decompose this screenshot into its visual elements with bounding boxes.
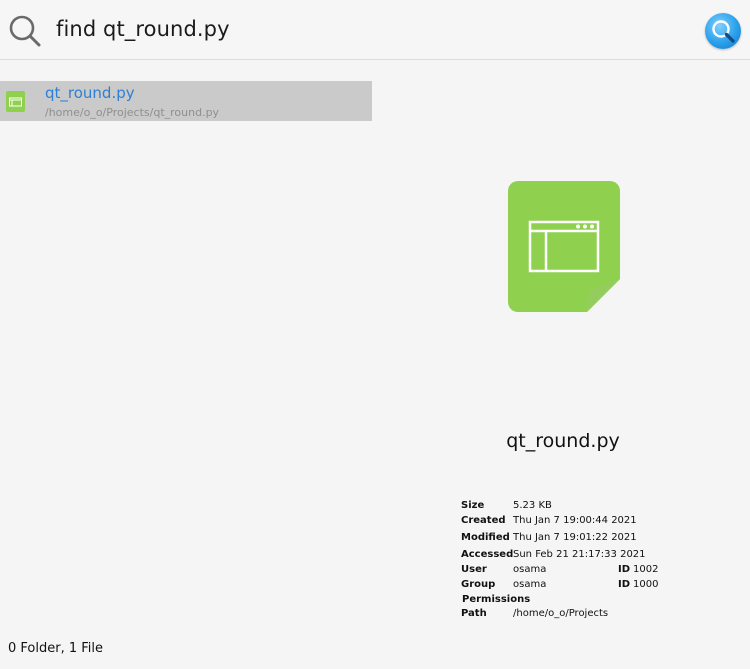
result-item-qt-round[interactable]: qt_round.py /home/o_o/Projects/qt_round.… [0,81,372,121]
search-input[interactable]: find qt_round.py [56,17,230,41]
search-button[interactable] [705,13,741,49]
python-file-icon [508,181,620,312]
size-label: Size [461,500,485,511]
path-value: /home/o_o/Projects [513,608,609,619]
magnifier-icon [9,15,41,47]
result-item-path: /home/o_o/Projects/qt_round.py [45,106,220,119]
user-id-label: ID [618,564,631,575]
user-id-value: 1002 [633,564,659,575]
created-value: Thu Jan 7 19:00:44 2021 [513,515,637,526]
accessed-value: Sun Feb 21 21:17:33 2021 [513,549,646,560]
created-label: Created [461,515,506,526]
path-label: Path [461,608,487,619]
group-id-label: ID [618,579,631,590]
search-bar: find qt_round.py [0,0,750,60]
user-value: osama [513,564,547,575]
group-id-value: 1000 [633,579,659,590]
modified-value: Thu Jan 7 19:01:22 2021 [513,532,637,543]
result-item-name: qt_round.py [45,84,135,102]
group-value: osama [513,579,547,590]
size-value: 5.23 KB [513,500,552,511]
group-label: Group [461,579,496,590]
status-summary: 0 Folder, 1 File [8,641,103,656]
python-file-icon [6,91,25,112]
modified-label: Modified [461,532,510,543]
accessed-label: Accessed [461,549,514,560]
search-button-icon [712,20,735,43]
preview-file-name: qt_round.py [506,430,620,452]
permissions-label: Permissions [462,594,531,605]
user-label: User [461,564,487,575]
